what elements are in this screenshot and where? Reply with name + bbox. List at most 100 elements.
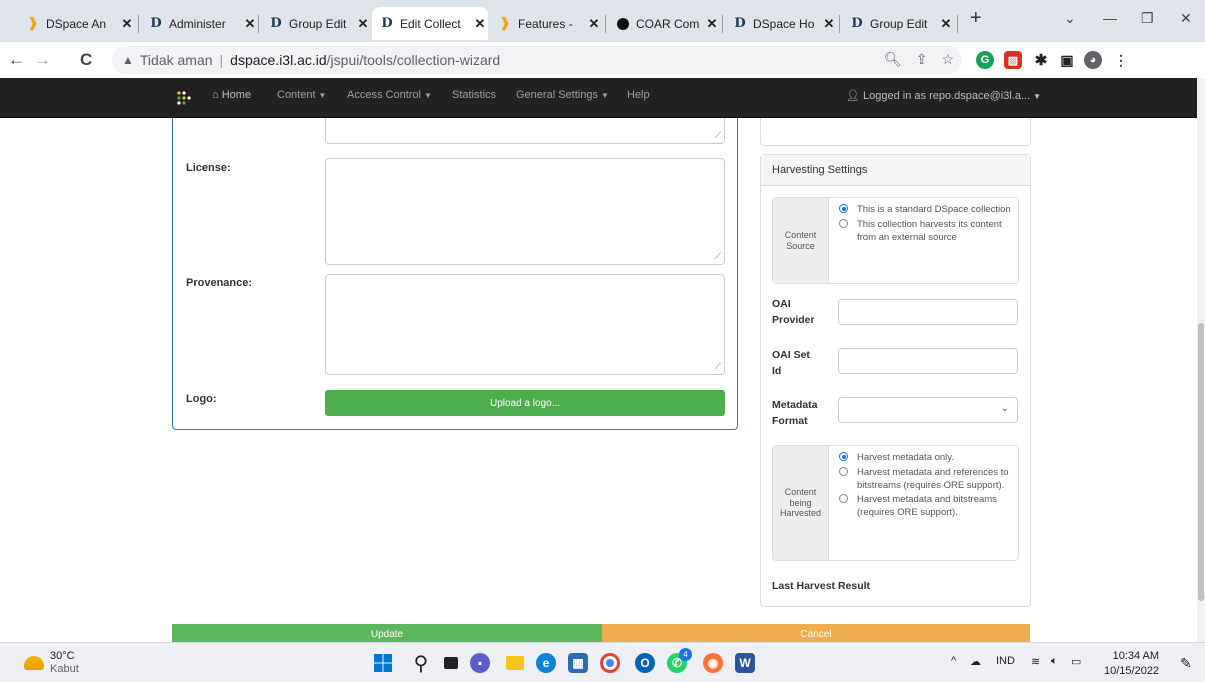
close-tab-icon[interactable]: ✕ (821, 16, 837, 32)
teams-chat-icon[interactable]: ▪ (470, 653, 490, 673)
onedrive-cloud-icon[interactable]: ☁ (970, 655, 981, 668)
file-explorer-icon[interactable] (505, 653, 525, 673)
oai-provider-label: OAI Provider (772, 298, 815, 326)
nav-user-menu[interactable]: 👤︎ Logged in as repo.dspace@i3l.a... ▼ (846, 89, 1041, 102)
search-icon[interactable]: ⚲ (411, 653, 431, 675)
weather-widget[interactable]: 30°C Kabut (24, 650, 79, 676)
radio-selected-icon[interactable] (839, 204, 848, 213)
close-tab-icon[interactable]: ✕ (355, 16, 371, 32)
clock-time: 10:34 AM (1112, 650, 1160, 662)
wifi-icon[interactable]: ≋ (1031, 655, 1040, 668)
oai-set-id-input[interactable] (838, 348, 1018, 374)
forward-arrow-icon[interactable]: → (34, 50, 51, 70)
bookmark-star-icon[interactable]: ☆ (941, 51, 954, 68)
notification-icon[interactable]: ✎ (1180, 655, 1192, 672)
content-source-option-harvest[interactable]: This collection harvests its content fro… (839, 218, 1012, 245)
browser-menu-icon[interactable]: ⋮ (1112, 51, 1130, 69)
update-button[interactable]: Update (172, 624, 602, 642)
content-source-option-standard[interactable]: This is a standard DSpace collection (839, 204, 1012, 217)
nav-access-control[interactable]: Access Control ▼ (347, 89, 432, 101)
reload-icon[interactable]: C (80, 50, 92, 70)
nav-general-settings[interactable]: General Settings ▼ (516, 89, 609, 101)
zoom-icon[interactable]: 🔍︎ (884, 51, 902, 68)
tray-chevron-up-icon[interactable]: ^ (951, 655, 956, 667)
license-textarea[interactable]: ⟋ (325, 158, 725, 265)
dspace-logo-icon[interactable] (176, 90, 192, 106)
outlook-icon[interactable]: O (635, 653, 655, 673)
language-indicator[interactable]: IND (996, 655, 1015, 667)
chrome-icon[interactable] (600, 653, 620, 673)
nav-home[interactable]: ⌂ Home (212, 89, 251, 101)
oai-provider-input[interactable] (838, 299, 1018, 325)
close-tab-icon[interactable]: ✕ (704, 16, 720, 32)
cancel-button[interactable]: Cancel (602, 624, 1030, 642)
system-clock[interactable]: 10:34 AM 10/15/2022 (1104, 649, 1159, 679)
firefox-icon[interactable]: ◉ (703, 653, 723, 673)
radio-unselected-icon[interactable] (839, 218, 848, 228)
restore-icon[interactable]: ❐ (1141, 10, 1154, 27)
tab-group-edit-2[interactable]: D Group Edit ✕ (842, 7, 954, 40)
resize-handle-icon[interactable]: ⟋ (715, 251, 721, 262)
tab-dspace-home[interactable]: D DSpace Ho ✕ (725, 7, 837, 40)
profile-avatar[interactable]: ◕ (1084, 51, 1102, 69)
image-extension-icon[interactable]: ▨ (1004, 51, 1022, 69)
store-icon[interactable]: ▦ (568, 653, 588, 673)
battery-icon[interactable]: ▭ (1071, 655, 1081, 668)
windows-taskbar: 30°C Kabut ⚲ ▪ e ▦ O ✆ 4 ◉ W ^ ☁ IND ≋ 🔈… (0, 642, 1205, 682)
close-tab-icon[interactable]: ✕ (938, 16, 954, 32)
nav-content[interactable]: Content ▼ (277, 89, 326, 101)
share-icon[interactable]: ⇪ (916, 51, 928, 68)
resize-handle-icon[interactable]: ⟋ (715, 361, 721, 372)
harvest-option-metadata-references[interactable]: Harvest metadata and references to bitst… (839, 466, 1012, 493)
harvest-option-metadata-bitstreams[interactable]: Harvest metadata and bitstreams (require… (839, 494, 1012, 520)
back-arrow-icon[interactable]: ← (8, 50, 25, 70)
resize-handle-icon[interactable]: ⟋ (715, 130, 721, 141)
nav-statistics[interactable]: Statistics (452, 89, 496, 101)
tab-group-edit[interactable]: D Group Edit ✕ (261, 7, 371, 40)
radio-selected-icon[interactable] (839, 452, 848, 461)
tab-administer[interactable]: D Administer ✕ (141, 7, 258, 40)
content-source-options: This is a standard DSpace collection Thi… (829, 198, 1018, 283)
nav-general-settings-label: General Settings (516, 89, 598, 101)
content-harvested-label: Content being Harvested (773, 446, 829, 560)
dspace-d-icon: D (851, 16, 863, 31)
caret-down-icon: ▼ (318, 91, 327, 100)
tab-search-chevron-icon[interactable]: ⌄ (1064, 10, 1076, 27)
harvest-option-metadata-only[interactable]: Harvest metadata only. (839, 452, 1012, 465)
windows-start-icon[interactable] (373, 653, 393, 673)
upload-logo-button[interactable]: Upload a logo... (325, 390, 725, 416)
oai-set-id-label: OAI Set Id (772, 349, 810, 377)
tab-dspace-angular[interactable]: ❱ DSpace An ✕ (18, 7, 135, 40)
metadata-format-select[interactable]: ⌄ (838, 397, 1018, 423)
tab-features[interactable]: ❱ Features - ✕ (490, 7, 602, 40)
extensions-puzzle-icon[interactable]: ✱ (1032, 51, 1050, 69)
license-label: License: (186, 162, 231, 174)
close-tab-icon[interactable]: ✕ (119, 16, 135, 32)
close-tab-icon[interactable]: ✕ (242, 16, 258, 32)
edge-icon[interactable]: e (536, 653, 556, 673)
url-field[interactable]: ▲ Tidak aman | dspace.i3l.ac.id /jspui/t… (112, 46, 962, 74)
close-window-icon[interactable]: ✕ (1180, 10, 1192, 27)
radio-unselected-icon[interactable] (839, 466, 848, 476)
text-area-top[interactable]: ⟋ (325, 118, 725, 144)
tab-label: DSpace An (46, 16, 107, 31)
word-icon[interactable]: W (735, 653, 755, 673)
grammarly-extension-icon[interactable]: G (976, 51, 994, 69)
task-view-icon[interactable] (441, 653, 461, 673)
close-tab-icon[interactable]: ✕ (472, 16, 488, 32)
tab-coar[interactable]: COAR Com ✕ (608, 7, 720, 40)
nav-home-label: Home (221, 89, 252, 101)
speaker-icon[interactable]: 🔈︎ (1051, 655, 1058, 668)
provenance-textarea[interactable]: ⟋ (325, 274, 725, 375)
minimize-icon[interactable]: — (1103, 10, 1117, 26)
tab-edit-collection[interactable]: D Edit Collect ✕ (372, 7, 488, 40)
nav-user-label: Logged in as repo.dspace@i3l.a... (863, 90, 1031, 102)
close-tab-icon[interactable]: ✕ (586, 16, 602, 32)
side-panel-icon[interactable]: ▣ (1058, 51, 1076, 69)
new-tab-button[interactable]: + (970, 7, 982, 30)
last-harvest-result-label: Last Harvest Result (772, 580, 871, 592)
dspace-angular-icon: ❱ (27, 16, 39, 31)
radio-unselected-icon[interactable] (839, 494, 848, 504)
nav-help[interactable]: Help (627, 89, 650, 101)
scrollbar-thumb[interactable] (1198, 323, 1204, 601)
